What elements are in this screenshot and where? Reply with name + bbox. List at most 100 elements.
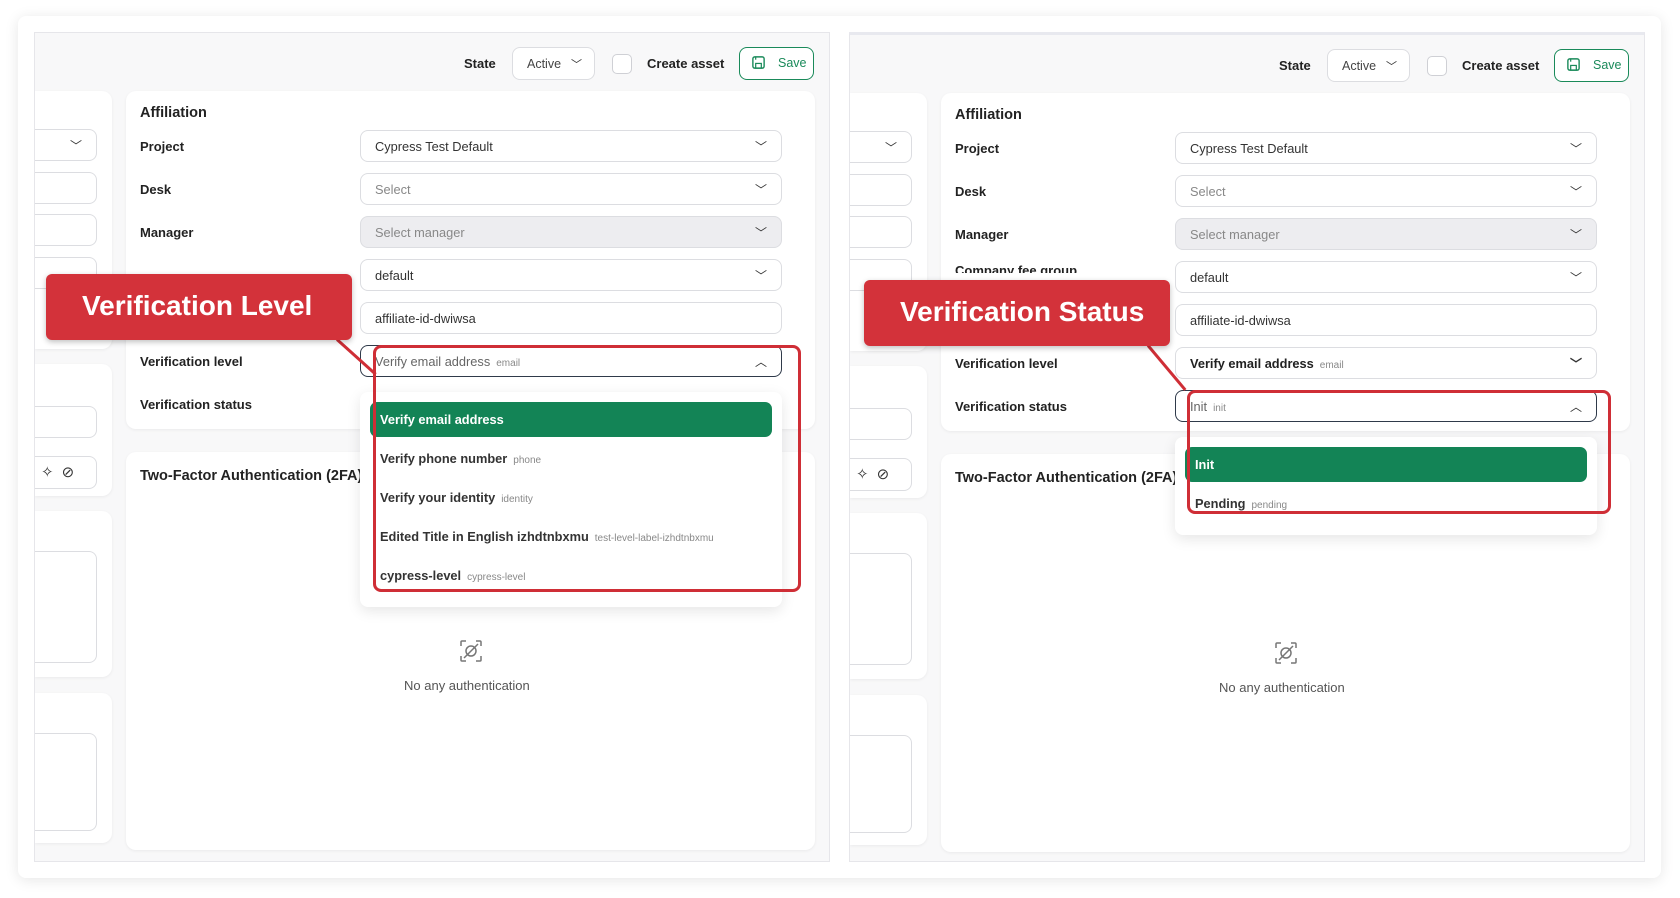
project-select[interactable]: Cypress Test Default ﹀ [1175,132,1597,164]
level-option-tag: cypress-level [467,572,526,583]
create-asset-checkbox[interactable] [612,54,632,74]
project-select[interactable]: Cypress Test Default ﹀ [360,130,782,162]
no-auth-text: No any authentication [1219,680,1345,695]
level-option[interactable]: Verify email address [370,402,772,437]
chevron-down-icon: ﹀ [1569,271,1582,285]
affiliation-card: Affiliation Project Cypress Test Default… [126,91,815,429]
project-label: Project [955,141,1000,156]
side-input[interactable] [35,172,97,204]
chevron-up-icon: ︿ [754,355,767,369]
manager-select[interactable]: Select manager ﹀ [1175,218,1597,250]
fee-group-value: default [375,268,414,283]
side-textarea[interactable] [850,553,912,665]
side-input[interactable] [850,216,912,248]
verification-status-dropdown: Init Pending pending [1175,437,1597,535]
level-option[interactable]: Verify phone number phone [370,441,772,476]
side-icon-group[interactable]: ✧⊘ [35,456,97,489]
level-option-tag: test-level-label-izhdtnbxmu [594,533,714,544]
status-option[interactable]: Pending pending [1185,486,1587,521]
side-input[interactable] [850,408,912,440]
create-asset-label: Create asset [1462,58,1540,73]
level-option-label: cypress-level [380,568,462,583]
create-asset-checkbox[interactable] [1427,56,1447,76]
verification-level-select[interactable]: Verify email address email ﹀ [1175,347,1597,379]
side-textarea[interactable] [35,551,97,663]
sparkles-icon[interactable]: ✧ [41,464,62,481]
project-value: Cypress Test Default [1190,141,1308,156]
chevron-down-icon: ﹀ [754,226,767,240]
right-panel: State Active ﹀ Create asset Save ﹀ ✧⊘ Af… [849,32,1645,862]
chevron-down-icon: ﹀ [1569,142,1582,156]
affiliation-card: Affiliation Project Cypress Test Default… [941,93,1630,431]
eye-off-icon[interactable]: ⊘ [62,464,83,481]
fee-group-select[interactable]: default ﹀ [360,259,782,291]
level-option[interactable]: Edited Title in English izhdtnbxmu test-l… [370,519,772,554]
chevron-up-icon: ︿ [1569,400,1582,414]
desk-label: Desk [955,184,987,199]
verification-level-callout: Verification Level [46,274,352,340]
verification-level-select[interactable]: Verify email address email ︿ [360,345,782,377]
side-select[interactable]: ﹀ [35,129,97,161]
verification-status-select[interactable]: Init init ︿ [1175,390,1597,422]
create-asset-label: Create asset [647,56,725,71]
state-select[interactable]: Active ﹀ [512,47,595,80]
side-select[interactable]: ﹀ [850,131,912,163]
side-icon-group[interactable]: ✧⊘ [850,458,912,491]
side-textarea[interactable] [850,735,912,833]
save-label: Save [1593,58,1622,72]
status-option[interactable]: Init [1185,447,1587,482]
affiliation-title: Affiliation [955,107,1022,123]
status-option-label: Pending [1195,496,1246,511]
side-input[interactable] [850,174,912,206]
manager-placeholder: Select manager [1190,227,1280,242]
affiliate-id-value: affiliate-id-dwiwsa [1190,313,1291,328]
save-button[interactable]: Save [739,47,814,80]
state-value: Active [527,57,562,71]
chevron-down-icon: ﹀ [1386,61,1397,73]
verification-level-label: Verification level [140,354,243,369]
status-option-label: Init [1195,457,1215,472]
chevron-down-icon: ﹀ [1569,357,1582,371]
level-option-label: Verify your identity [380,490,496,505]
desk-label: Desk [140,182,172,197]
manager-select[interactable]: Select manager ﹀ [360,216,782,248]
chevron-down-icon: ﹀ [571,59,582,71]
sparkles-icon[interactable]: ✧ [856,466,877,483]
state-label: State [1279,58,1311,73]
manager-label: Manager [140,225,194,240]
verification-level-tag: email [1319,360,1344,371]
side-card-3 [35,511,112,677]
manager-label: Manager [955,227,1009,242]
side-textarea[interactable] [35,733,97,831]
affiliate-id-input[interactable]: affiliate-id-dwiwsa [1175,304,1597,336]
level-option[interactable]: Verify your identity identity [370,480,772,515]
affiliate-id-value: affiliate-id-dwiwsa [375,311,476,326]
affiliation-title: Affiliation [140,105,207,121]
state-select[interactable]: Active ﹀ [1327,49,1410,82]
save-button[interactable]: Save [1554,49,1629,82]
side-input[interactable] [35,214,97,246]
side-card-3 [850,513,927,679]
fee-group-select[interactable]: default ﹀ [1175,261,1597,293]
level-option-label: Verify email address [380,412,504,427]
affiliate-id-input[interactable]: affiliate-id-dwiwsa [360,302,782,334]
side-card-4 [850,695,927,845]
level-option[interactable]: cypress-level cypress-level [370,558,772,593]
state-value: Active [1342,59,1377,73]
chevron-down-icon: ﹀ [884,141,897,155]
desk-select[interactable]: Select ﹀ [360,173,782,205]
side-card-4 [35,693,112,843]
no-auth-icon [1275,642,1297,664]
chevron-down-icon: ﹀ [1569,228,1582,242]
no-auth-icon [460,640,482,662]
eye-off-icon[interactable]: ⊘ [877,466,898,483]
side-input[interactable] [35,406,97,438]
verification-level-tag: email [496,358,521,369]
save-icon [752,56,765,69]
twofa-title: Two-Factor Authentication (2FA) [140,468,363,484]
chevron-down-icon: ﹀ [754,140,767,154]
desk-placeholder: Select [1190,184,1226,199]
verification-level-value: Verify email address [1190,356,1314,371]
desk-select[interactable]: Select ﹀ [1175,175,1597,207]
desk-placeholder: Select [375,182,411,197]
